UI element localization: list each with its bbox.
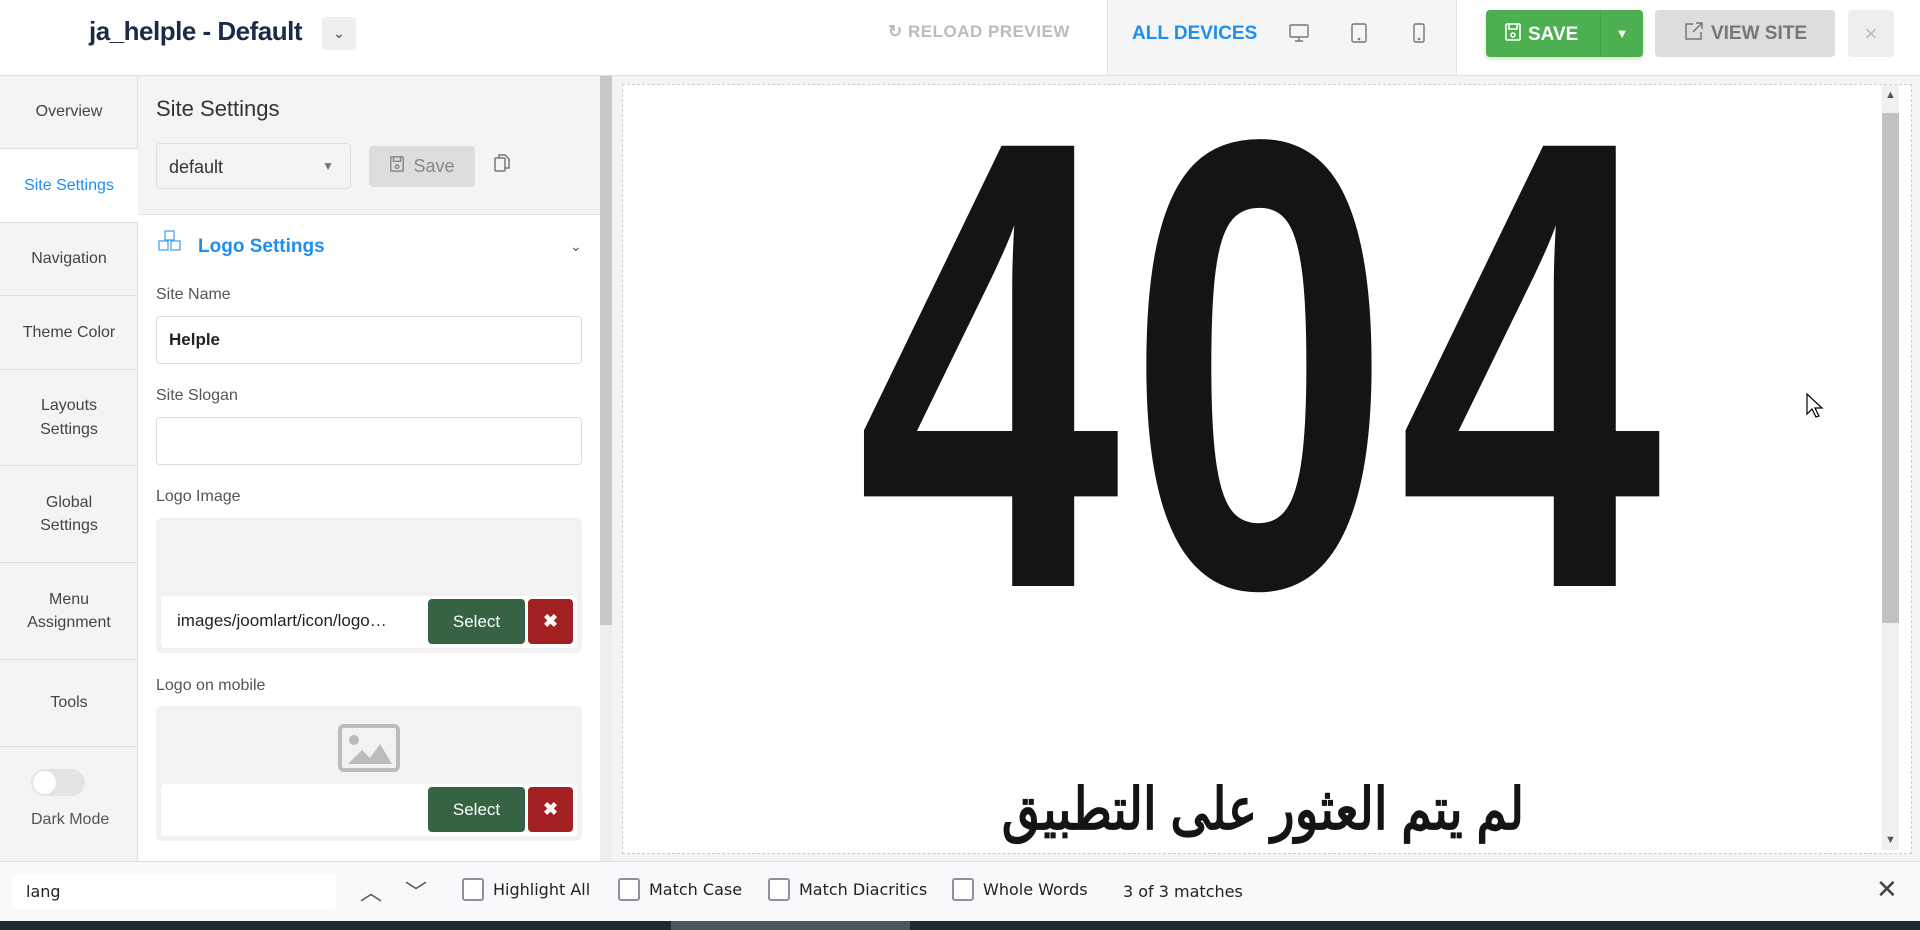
view-site-button[interactable]: VIEW SITE [1655, 10, 1835, 57]
match-diacritics-label: Match Diacritics [799, 880, 928, 899]
checkbox-box[interactable] [618, 878, 640, 901]
preview-page: 404 لم يتم العثور على التطبيق [628, 85, 1898, 850]
profile-select[interactable]: default ▼ [156, 143, 351, 189]
mouse-cursor-icon [1806, 392, 1824, 424]
site-slogan-label: Site Slogan [156, 387, 238, 404]
site-name-label: Site Name [156, 286, 231, 303]
settings-panel: Site Settings default ▼ Save Logo Setting… [138, 76, 600, 861]
panel-title: Site Settings [156, 96, 280, 121]
match-count: 3 of 3 matches [1123, 882, 1243, 901]
find-bar: lang ︿ ﹀ Highlight All Match Case Match … [0, 861, 1920, 921]
save-icon [1504, 22, 1522, 48]
logo-image-row: images/joomlart/icon/logo… Select ✖ [161, 596, 577, 648]
top-header: ja_helple - Default ⌄ ↻ RELOAD PREVIEW A… [0, 0, 1920, 76]
logo-image-label: Logo Image [156, 488, 241, 505]
reload-label: RELOAD PREVIEW [907, 22, 1070, 41]
sidebar-item-site-settings[interactable]: Site Settings [0, 149, 138, 223]
template-dropdown-button[interactable]: ⌄ [322, 17, 356, 50]
profile-value: default [169, 157, 224, 177]
logo-image-path: images/joomlart/icon/logo… [177, 611, 387, 630]
dark-mode-label: Dark Mode [31, 811, 110, 828]
chevron-down-icon: ⌄ [333, 25, 345, 41]
sidebar-item-theme-color[interactable]: Theme Color [0, 296, 138, 370]
whole-words-checkbox[interactable]: Whole Words [952, 878, 1088, 901]
close-find-icon[interactable]: ✕ [1876, 874, 1898, 905]
find-next-icon[interactable]: ﹀ [405, 875, 427, 907]
template-title: ja_helple - Default [89, 16, 303, 46]
mobile-icon[interactable] [1412, 22, 1426, 49]
desktop-icon[interactable] [1288, 22, 1310, 49]
match-case-checkbox[interactable]: Match Case [618, 878, 742, 901]
image-placeholder-icon [338, 724, 400, 777]
reload-icon: ↻ [888, 22, 908, 41]
panel-scrollbar[interactable] [600, 76, 612, 861]
sidebar-item-navigation[interactable]: Navigation [0, 223, 138, 296]
preview-scrollbar[interactable]: ▲ ▼ [1882, 85, 1899, 850]
save-icon [389, 155, 405, 178]
whole-words-label: Whole Words [983, 880, 1088, 899]
chevron-down-icon[interactable]: ⌄ [570, 238, 582, 255]
save-label: SAVE [1528, 24, 1579, 45]
sidebar-item-tools[interactable]: Tools [0, 660, 138, 747]
panel-scrollbar-thumb[interactable] [600, 76, 612, 625]
close-button[interactable]: × [1848, 10, 1894, 57]
checkbox-box[interactable] [462, 878, 484, 901]
logo-remove-button[interactable]: ✖ [528, 599, 573, 644]
checkbox-box[interactable] [952, 878, 974, 901]
site-name-input[interactable]: Helple [156, 316, 582, 364]
copy-icon[interactable] [492, 152, 512, 179]
taskbar [0, 921, 1920, 930]
caret-down-icon: ▼ [322, 159, 334, 173]
cubes-icon [156, 230, 184, 259]
external-link-icon [1683, 20, 1705, 48]
taskbar-item[interactable] [671, 921, 910, 930]
save-options-dropdown[interactable]: ▼ [1600, 10, 1643, 57]
all-devices-button[interactable]: ALL DEVICES [1132, 23, 1257, 45]
logo-image-field: images/joomlart/icon/logo… Select ✖ [156, 518, 582, 653]
dark-mode-toggle[interactable] [31, 769, 85, 796]
match-case-label: Match Case [649, 880, 743, 899]
panel-toolbar: Site Settings default ▼ Save [138, 76, 600, 215]
sidebar-item-layouts-settings[interactable]: Layouts Settings [0, 370, 138, 466]
find-previous-icon[interactable]: ︿ [360, 875, 382, 907]
match-diacritics-checkbox[interactable]: Match Diacritics [768, 878, 927, 901]
error-message: لم يتم العثور على التطبيق [1001, 777, 1525, 842]
sidebar-nav: Overview Site Settings Navigation Theme … [0, 76, 138, 861]
highlight-all-label: Highlight All [493, 880, 591, 899]
view-site-label: VIEW SITE [1710, 22, 1808, 44]
highlight-all-checkbox[interactable]: Highlight All [462, 878, 590, 901]
scroll-up-icon[interactable]: ▲ [1882, 89, 1899, 101]
preview-scrollbar-thumb[interactable] [1882, 113, 1899, 623]
logo-mobile-remove-button[interactable]: ✖ [528, 787, 573, 832]
logo-mobile-select-button[interactable]: Select [428, 787, 525, 832]
panel-save-label: Save [413, 156, 455, 176]
logo-settings-title[interactable]: Logo Settings [198, 236, 325, 258]
preview-area: 404 لم يتم العثور على التطبيق ▲ ▼ [612, 76, 1920, 861]
save-button[interactable]: SAVE ▼ [1486, 10, 1643, 57]
logo-mobile-field: Select ✖ [156, 706, 582, 841]
reload-preview-button[interactable]: ↻ RELOAD PREVIEW [888, 22, 1070, 42]
sidebar-item-global-settings[interactable]: Global Settings [0, 466, 138, 563]
checkbox-box[interactable] [768, 878, 790, 901]
error-code-heading: 404 [856, 85, 1670, 722]
tablet-icon[interactable] [1350, 22, 1368, 49]
sidebar-item-menu-assignment[interactable]: Menu Assignment [0, 563, 138, 660]
scroll-down-icon[interactable]: ▼ [1882, 834, 1899, 846]
logo-mobile-row: Select ✖ [161, 784, 577, 836]
site-slogan-input[interactable] [156, 417, 582, 465]
sidebar-item-overview[interactable]: Overview [0, 76, 138, 149]
find-input[interactable]: lang [12, 874, 336, 909]
logo-select-button[interactable]: Select [428, 599, 525, 644]
logo-mobile-label: Logo on mobile [156, 677, 266, 694]
panel-save-button[interactable]: Save [369, 146, 475, 187]
